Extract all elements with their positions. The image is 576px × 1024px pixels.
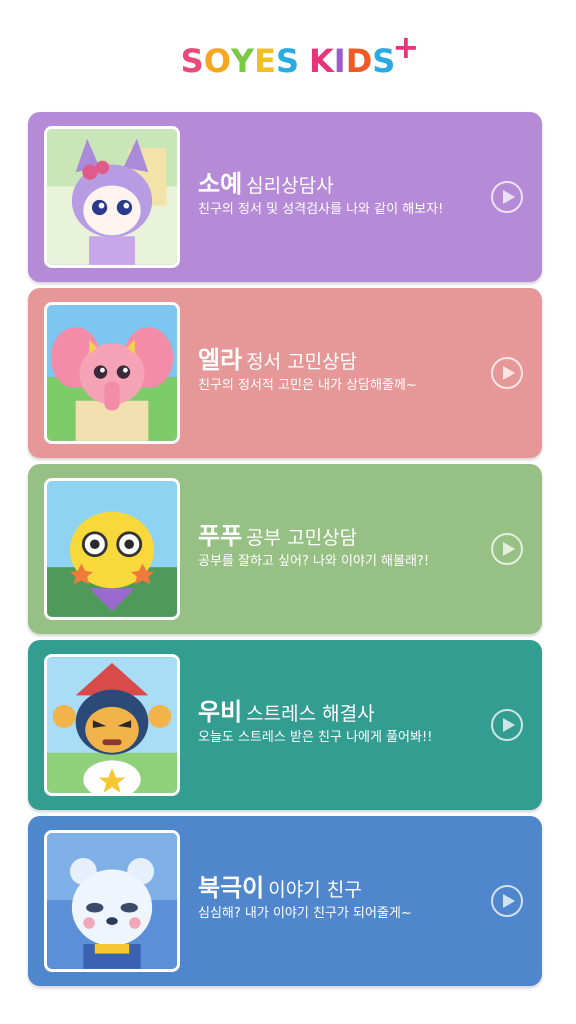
character-role: 심리상담사 <box>246 175 334 197</box>
character-role: 정서 고민상담 <box>246 351 358 373</box>
logo-text: SOYES KIDS + <box>180 28 420 86</box>
character-role: 이야기 친구 <box>268 879 362 901</box>
elephant-character-icon <box>44 302 180 444</box>
card-description: 친구의 정서적 고민은 내가 상담해줄께~ <box>198 378 417 393</box>
play-icon[interactable] <box>491 533 523 565</box>
character-card-bukgeuki[interactable]: 북극이 이야기 친구 심심해? 내가 이야기 친구가 되어줄게~ <box>28 816 542 986</box>
logo-letter: Y <box>230 42 255 80</box>
logo-letter: O <box>203 42 231 80</box>
card-title: 엘라 정서 고민상담 <box>198 340 357 375</box>
play-icon[interactable] <box>491 357 523 389</box>
character-role: 스트레스 해결사 <box>246 703 375 725</box>
card-title: 푸푸 공부 고민상담 <box>198 516 357 551</box>
character-role: 공부 고민상담 <box>246 527 358 549</box>
polar-bear-character-icon <box>44 830 180 972</box>
character-name: 엘라 <box>198 346 243 374</box>
card-title: 소예 심리상담사 <box>198 164 334 199</box>
card-title: 우비 스트레스 해결사 <box>198 692 375 727</box>
character-name: 우비 <box>198 698 243 726</box>
logo-letter: S <box>180 42 204 80</box>
character-name: 소예 <box>198 170 243 198</box>
card-description: 친구의 정서 및 성격검사를 나와 같이 해보자! <box>198 202 444 217</box>
card-description: 심심해? 내가 이야기 친구가 되어줄게~ <box>198 906 412 921</box>
cat-character-icon <box>44 126 180 268</box>
yellow-character-icon <box>44 478 180 620</box>
ubi-character-icon <box>44 654 180 796</box>
logo-letter: E <box>254 42 276 80</box>
card-title: 북극이 이야기 친구 <box>198 868 362 903</box>
character-name: 푸푸 <box>198 522 243 550</box>
play-icon[interactable] <box>491 181 523 213</box>
logo-plus: + <box>392 28 420 66</box>
logo-letter: D <box>345 42 373 80</box>
logo-letter: K <box>309 42 334 80</box>
character-name: 북극이 <box>198 874 265 902</box>
logo-letter: S <box>275 42 299 80</box>
card-description: 오늘도 스트레스 받은 친구 나에게 풀어봐!! <box>198 730 433 745</box>
play-icon[interactable] <box>491 885 523 917</box>
logo-letter: I <box>333 42 346 80</box>
play-icon[interactable] <box>491 709 523 741</box>
character-card-soye[interactable]: 소예 심리상담사 친구의 정서 및 성격검사를 나와 같이 해보자! <box>28 112 542 282</box>
character-card-ella[interactable]: 엘라 정서 고민상담 친구의 정서적 고민은 내가 상담해줄께~ <box>28 288 542 458</box>
character-card-pupu[interactable]: 푸푸 공부 고민상담 공부를 잘하고 싶어? 나와 이야기 해볼래?! <box>28 464 542 634</box>
app-logo: SOYES KIDS + <box>0 28 576 86</box>
card-description: 공부를 잘하고 싶어? 나와 이야기 해볼래?! <box>198 554 430 569</box>
character-card-ubi[interactable]: 우비 스트레스 해결사 오늘도 스트레스 받은 친구 나에게 풀어봐!! <box>28 640 542 810</box>
